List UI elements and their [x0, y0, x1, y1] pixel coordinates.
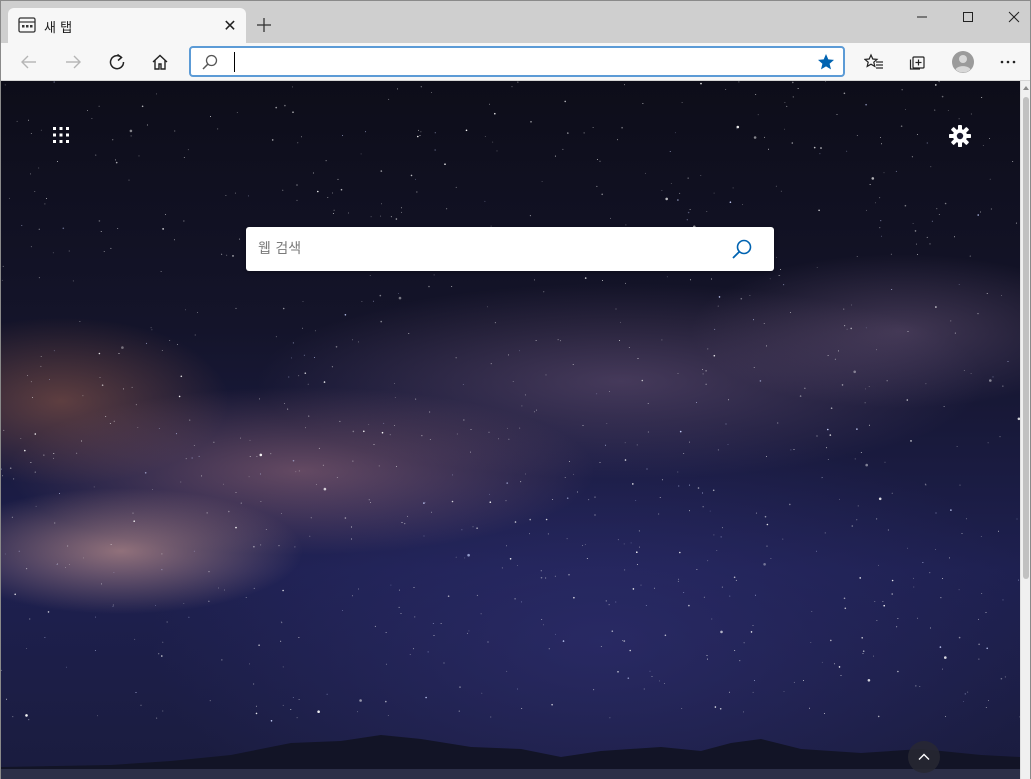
browser-toolbar: [1, 43, 1030, 81]
starfield-background: [1, 81, 1020, 722]
gear-icon: [949, 125, 971, 147]
search-submit-button[interactable]: [730, 237, 754, 261]
scrollbar-thumb[interactable]: [1023, 97, 1029, 579]
forward-button[interactable]: [57, 46, 89, 78]
search-icon: [202, 54, 218, 70]
search-icon: [732, 239, 752, 259]
caret-up-icon: [1023, 86, 1029, 90]
star-favorite-icon[interactable]: [817, 53, 835, 71]
web-search-input[interactable]: [258, 237, 708, 261]
tab-new-tab[interactable]: 새 탭 ✕: [8, 8, 246, 43]
window-close-button[interactable]: [991, 1, 1031, 33]
new-tab-page-icon: [18, 17, 36, 33]
favorites-icon: [864, 53, 883, 69]
collections-button[interactable]: [901, 46, 933, 78]
maximize-icon: [963, 12, 973, 22]
waffle-grid-icon: [53, 127, 69, 143]
scroll-up-arrow[interactable]: [1021, 81, 1031, 95]
maximize-button[interactable]: [945, 1, 991, 33]
tab-title: 새 탭: [44, 21, 73, 36]
more-button[interactable]: [992, 46, 1024, 78]
profile-icon: [952, 51, 974, 73]
mountain-silhouette: [1, 735, 1020, 779]
new-tab-page: [1, 81, 1020, 779]
tab-bar: 새 탭 ✕: [1, 1, 1030, 43]
apps-launcher-button[interactable]: [47, 121, 75, 149]
collections-icon: [909, 56, 925, 70]
page-settings-button[interactable]: [945, 121, 975, 151]
favorites-button[interactable]: [858, 46, 890, 78]
back-icon: [21, 55, 36, 69]
browser-window: 새 탭 ✕: [0, 0, 1031, 779]
forward-icon: [66, 55, 81, 69]
home-button[interactable]: [144, 46, 176, 78]
address-input[interactable]: [237, 50, 807, 74]
tab-close-button[interactable]: ✕: [220, 15, 240, 35]
home-icon: [152, 54, 168, 70]
chevron-up-icon: [918, 753, 930, 760]
web-search-box[interactable]: [246, 227, 774, 271]
plus-icon: [257, 18, 271, 32]
address-bar[interactable]: [189, 46, 845, 77]
more-icon: [1000, 60, 1016, 64]
vertical-scrollbar[interactable]: [1020, 81, 1030, 779]
minimize-icon: [917, 16, 927, 18]
refresh-button[interactable]: [101, 46, 133, 78]
profile-button[interactable]: [947, 46, 979, 78]
back-button[interactable]: [13, 46, 45, 78]
window-close-icon: [1008, 11, 1020, 23]
scroll-to-top-button[interactable]: [908, 741, 940, 773]
new-tab-button[interactable]: [251, 12, 277, 38]
minimize-button[interactable]: [899, 1, 945, 33]
text-caret: [234, 52, 235, 72]
refresh-icon: [109, 53, 125, 70]
close-icon: ✕: [223, 15, 237, 35]
